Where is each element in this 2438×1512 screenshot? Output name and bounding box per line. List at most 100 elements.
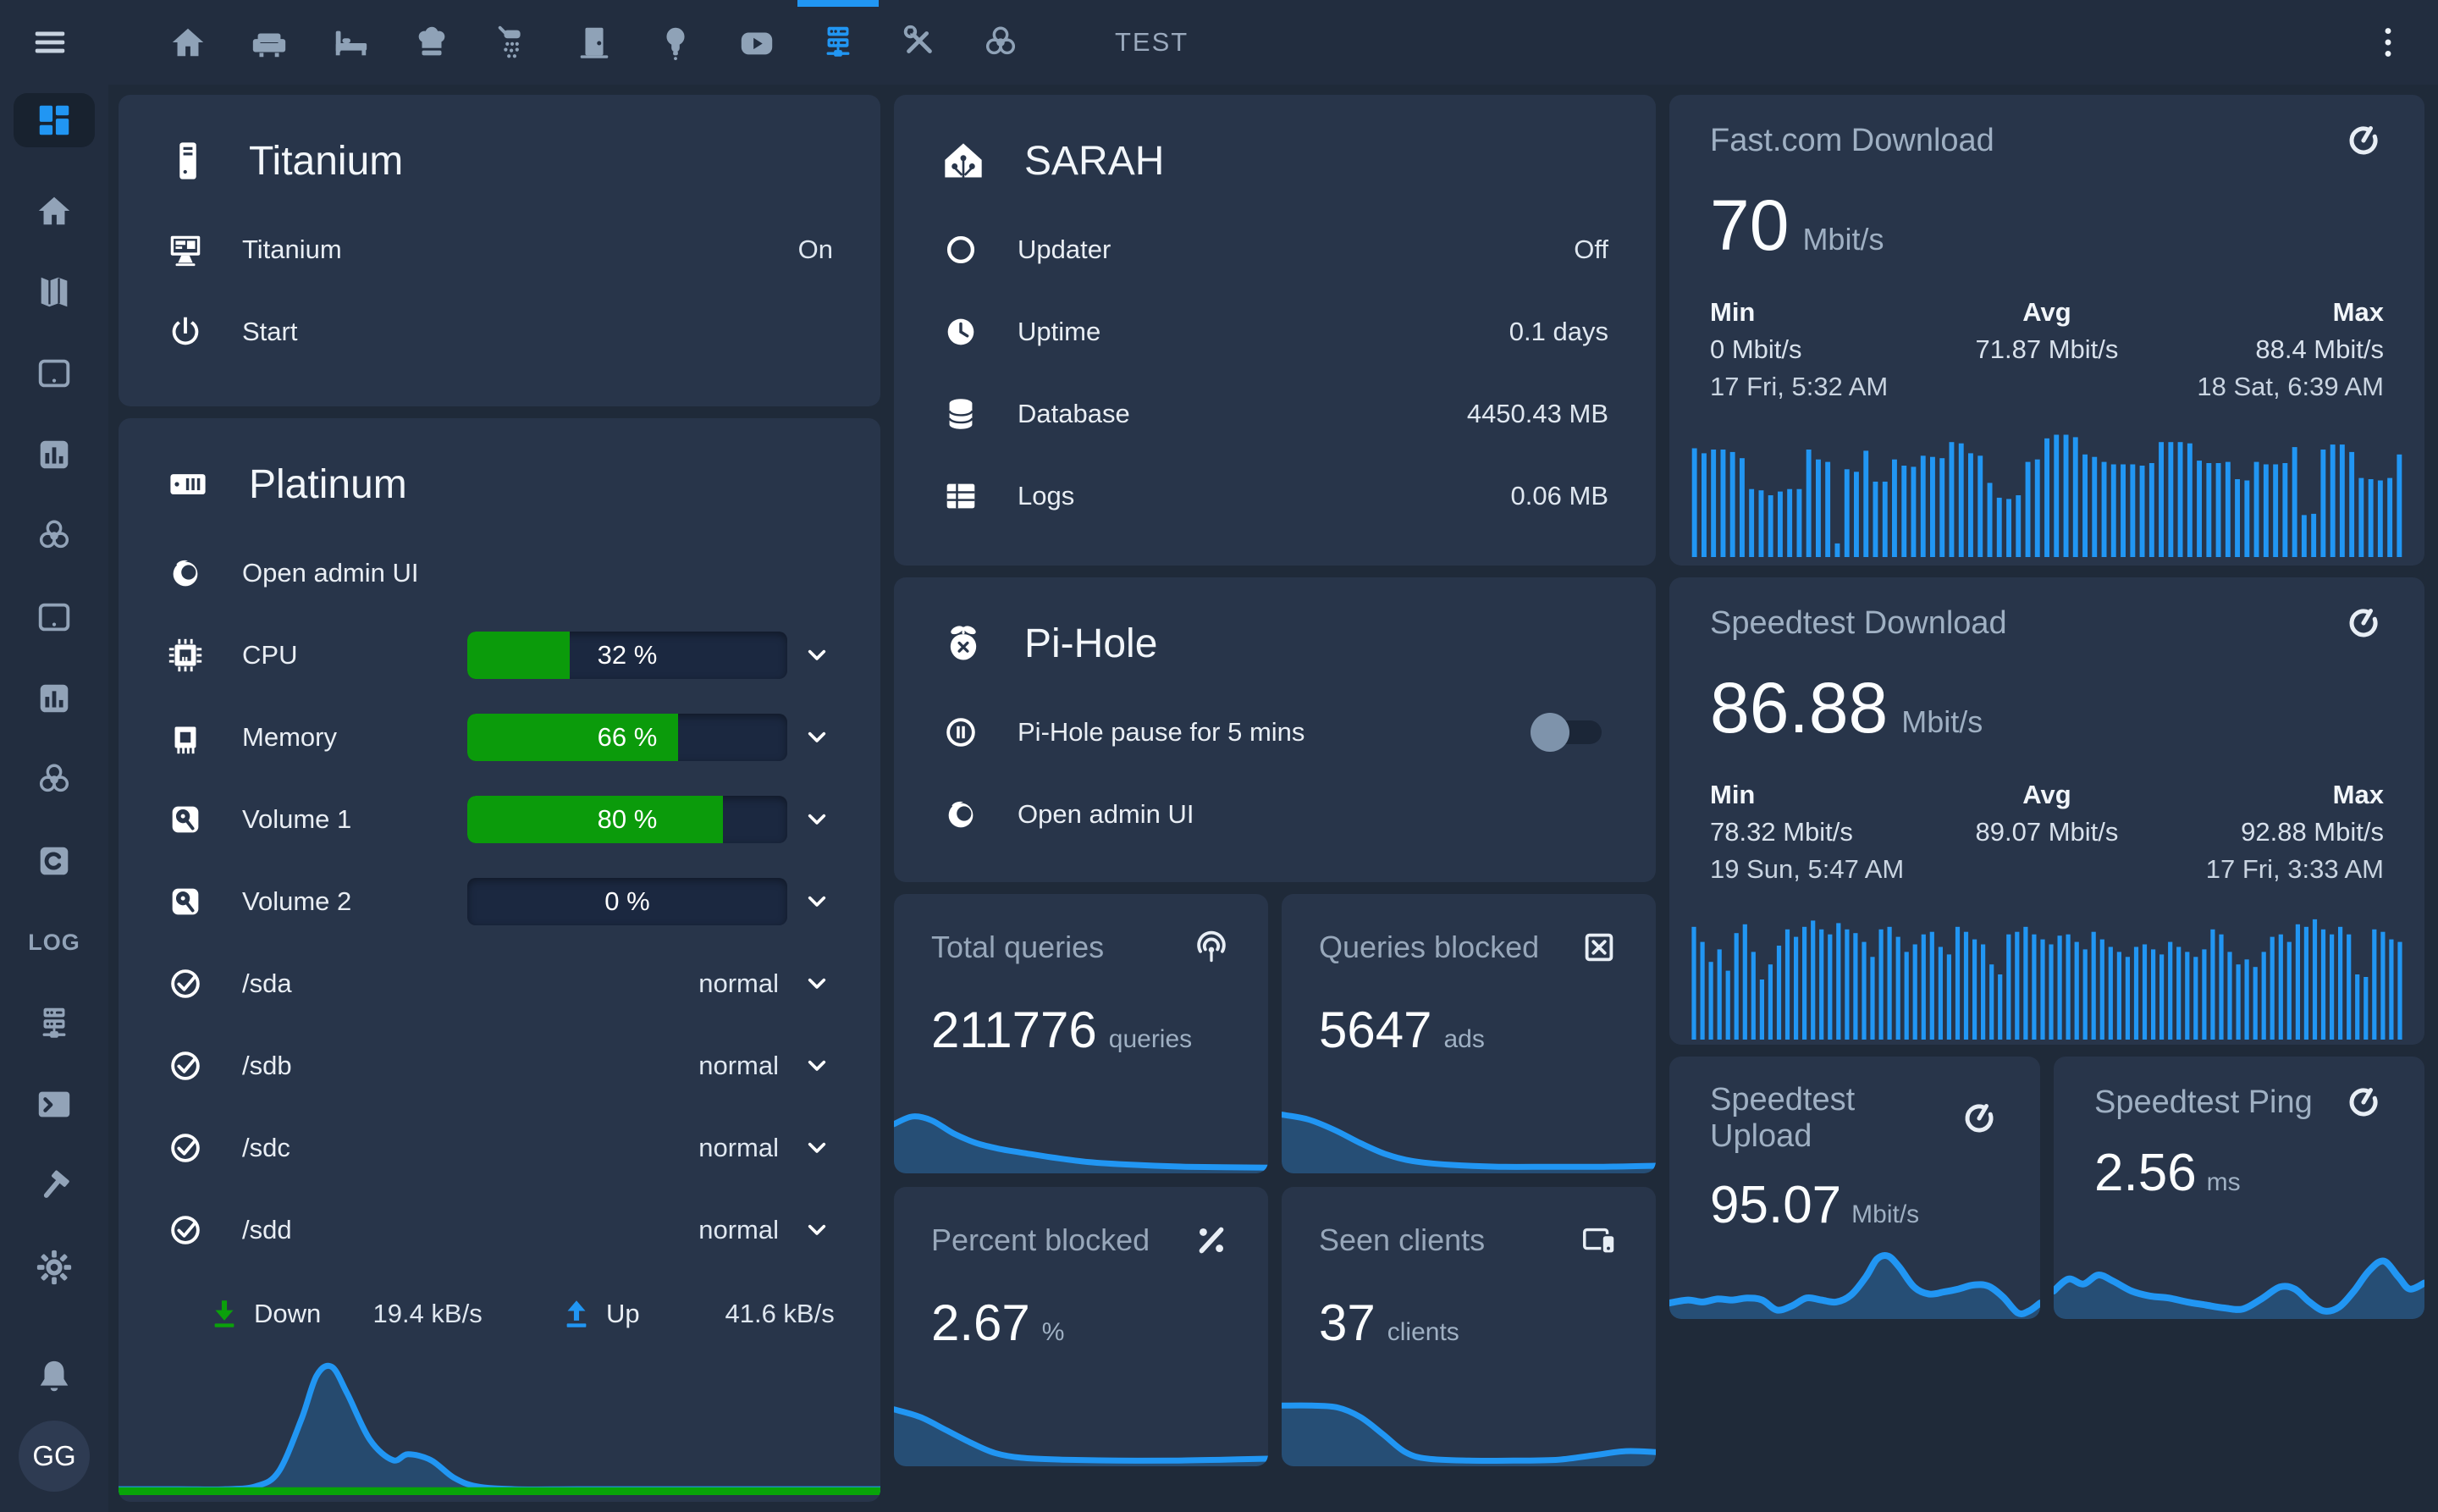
chevron-down-icon[interactable] — [801, 1132, 833, 1164]
card-titanium: Titanium Titanium On Start — [119, 95, 880, 406]
desktop-classic-icon — [166, 230, 205, 269]
notifications-bell-icon[interactable] — [35, 1358, 74, 1397]
entity-row-cpu[interactable]: CPU 32 % — [119, 614, 880, 696]
chevron-down-icon[interactable] — [801, 721, 833, 753]
pihole-pause-row: Pi-Hole pause for 5 mins — [894, 691, 1656, 773]
speedtest-upload-sparkline — [1669, 1219, 2040, 1319]
pihole-open-admin-row[interactable]: Open admin UI — [894, 773, 1656, 855]
sidebar-chart-box-2-icon[interactable] — [35, 679, 74, 718]
cpu-chip-icon — [166, 636, 205, 675]
entity-row-volume1[interactable]: Volume 1 80 % — [119, 778, 880, 860]
check-circle-icon — [166, 1211, 205, 1250]
tab-bed-icon[interactable] — [331, 23, 370, 62]
overflow-menu-icon[interactable] — [2369, 23, 2408, 62]
entity-row-volume2[interactable]: Volume 2 0 % — [119, 860, 880, 942]
memory-percent-value: 66 % — [467, 714, 787, 761]
clock-icon — [941, 312, 980, 351]
stat-min: Min 78.32 Mbit/s 19 Sun, 5:47 AM — [1710, 780, 1934, 885]
sidebar-console-icon[interactable] — [35, 1085, 74, 1124]
sidebar-home-icon[interactable] — [35, 191, 74, 230]
speedtest-download-value: 86.88 — [1710, 667, 1888, 749]
sidebar-item-dashboard[interactable] — [14, 93, 95, 147]
tab-shower-icon[interactable] — [494, 23, 532, 62]
speedometer-icon — [2343, 603, 2384, 643]
entity-row-updater[interactable]: Updater Off — [894, 208, 1656, 290]
tab-lightbulb-icon[interactable] — [656, 23, 695, 62]
pihole-pause-toggle[interactable] — [1536, 720, 1602, 744]
pause-circle-icon — [941, 713, 980, 752]
mini-card-title: Queries blocked — [1319, 930, 1539, 965]
entity-row-titanium-switch[interactable]: Titanium On — [119, 208, 880, 290]
entity-row-uptime[interactable]: Uptime 0.1 days — [894, 290, 1656, 372]
tab-server-network-icon[interactable] — [819, 23, 858, 62]
card-title: Titanium — [249, 138, 403, 185]
stat-min: Min 0 Mbit/s 17 Fri, 5:32 AM — [1710, 297, 1934, 402]
chevron-down-icon[interactable] — [801, 1050, 833, 1082]
entity-label: Updater — [1018, 235, 1111, 265]
speedometer-icon — [2343, 120, 2384, 161]
volume2-progress-bar: 0 % — [467, 878, 787, 925]
card-seen-clients[interactable]: Seen clients 37 clients — [1282, 1187, 1656, 1466]
sidebar-chart-box-icon[interactable] — [35, 435, 74, 474]
speedometer-icon — [1959, 1098, 1999, 1139]
card-percent-blocked[interactable]: Percent blocked 2.67 % — [894, 1187, 1268, 1466]
entity-label: Titanium — [242, 235, 342, 265]
home-assistant-icon — [941, 139, 985, 183]
entity-row-sdd[interactable]: /sdd normal — [119, 1189, 880, 1271]
database-icon — [941, 395, 980, 433]
devices-icon — [1580, 1221, 1619, 1260]
chevron-down-icon[interactable] — [801, 968, 833, 1000]
sidebar-hammer-icon[interactable] — [35, 1167, 74, 1206]
entity-label: Uptime — [1018, 317, 1100, 347]
menu-icon[interactable] — [30, 23, 69, 62]
tab-test[interactable]: TEST — [1115, 27, 1189, 58]
entity-state: On — [798, 235, 833, 265]
sidebar-biohazard-2-icon[interactable] — [35, 760, 74, 799]
mini-card-title: Total queries — [931, 930, 1104, 965]
tab-door-icon[interactable] — [575, 23, 614, 62]
entity-row-sda[interactable]: /sda normal — [119, 942, 880, 1024]
tab-youtube-icon[interactable] — [737, 23, 776, 62]
sidebar-tablet-2-icon[interactable] — [35, 598, 74, 637]
entity-label: Logs — [1018, 481, 1074, 511]
memory-icon — [166, 718, 205, 757]
firefox-browser-icon — [166, 554, 205, 593]
sidebar-tablet-icon[interactable] — [35, 354, 74, 393]
entity-row-memory[interactable]: Memory 66 % — [119, 696, 880, 778]
entity-row-sdb[interactable]: /sdb normal — [119, 1024, 880, 1106]
up-value: 41.6 kB/s — [725, 1299, 880, 1329]
tab-sofa-icon[interactable] — [250, 23, 289, 62]
download-arrow-icon — [207, 1296, 242, 1332]
user-avatar[interactable]: GG — [19, 1421, 90, 1492]
sidebar-server-network-icon[interactable] — [35, 1004, 74, 1043]
sidebar-log-item[interactable]: LOG — [28, 923, 80, 962]
sidebar-map-icon[interactable] — [35, 273, 74, 312]
card-queries-blocked[interactable]: Queries blocked 5647 ads — [1282, 894, 1656, 1173]
seen-clients-unit: clients — [1387, 1318, 1459, 1347]
entity-row-sdc[interactable]: /sdc normal — [119, 1106, 880, 1189]
open-admin-ui-row[interactable]: Open admin UI — [119, 532, 880, 614]
entity-label: /sdc — [242, 1133, 290, 1163]
nas-icon — [166, 462, 210, 506]
entity-row-start-button[interactable]: Start — [119, 290, 880, 372]
mini-card-title: Percent blocked — [931, 1222, 1150, 1258]
entity-label: Database — [1018, 399, 1130, 429]
chevron-down-icon[interactable] — [801, 886, 833, 918]
entity-row-logs[interactable]: Logs 0.06 MB — [894, 455, 1656, 537]
card-total-queries[interactable]: Total queries 211776 queries — [894, 894, 1268, 1173]
chevron-down-icon[interactable] — [801, 639, 833, 671]
mini-card-title: Seen clients — [1319, 1222, 1485, 1258]
sidebar-biohazard-icon[interactable] — [35, 516, 74, 555]
tab-home-icon[interactable] — [168, 23, 207, 62]
chevron-down-icon[interactable] — [801, 803, 833, 836]
entity-row-database[interactable]: Database 4450.43 MB — [894, 372, 1656, 455]
speedtest-ping-unit: ms — [2207, 1168, 2241, 1197]
card-speedtest-download: Speedtest Download 86.88 Mbit/s Min 78.3… — [1669, 577, 2424, 1045]
chevron-down-icon[interactable] — [801, 1214, 833, 1246]
tab-tools-icon[interactable] — [900, 23, 939, 62]
tab-biohazard-icon[interactable] — [981, 23, 1020, 62]
sidebar-settings-icon[interactable] — [35, 1248, 74, 1287]
stat-max: Max 92.88 Mbit/s 17 Fri, 3:33 AM — [2159, 780, 2384, 885]
tab-chef-hat-icon[interactable] — [412, 23, 451, 62]
sidebar-alpha-c-box-icon[interactable] — [35, 842, 74, 880]
